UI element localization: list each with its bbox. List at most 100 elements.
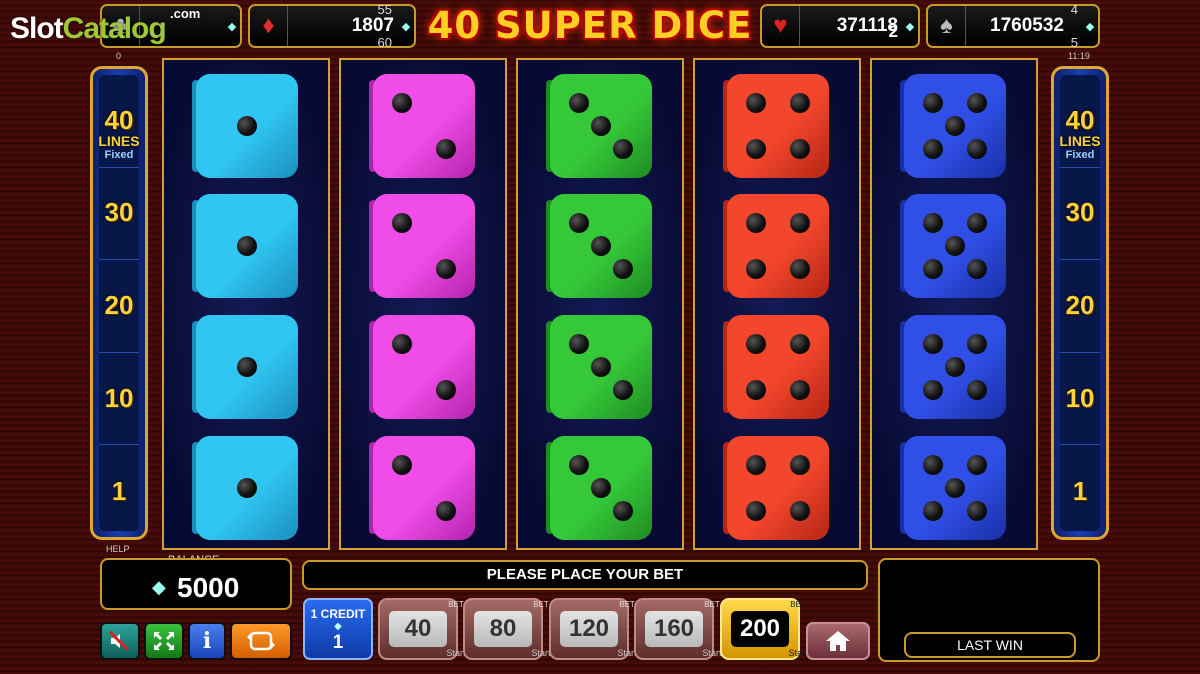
bet-200-button[interactable]: BET 200 Start	[720, 598, 808, 660]
die-face	[196, 74, 298, 178]
die-pip	[436, 500, 457, 521]
die-pip	[967, 213, 988, 234]
spades-icon: ♠	[928, 6, 966, 46]
bet-160-button[interactable]: BET 160 Start	[634, 598, 722, 660]
fullscreen-button[interactable]	[144, 622, 184, 660]
die-pip	[613, 379, 634, 400]
bet-value: 80	[474, 611, 532, 647]
die-pip	[391, 213, 412, 234]
diamond-gem-icon: ◆	[1085, 20, 1095, 33]
magenta-die-2	[369, 194, 475, 298]
diamond-gem-icon: ◆	[152, 577, 166, 597]
info-button[interactable]: i	[188, 622, 226, 660]
divider	[99, 444, 139, 445]
jackpot-spades-sub-bottom: 5	[1070, 35, 1078, 50]
die-pip	[945, 357, 965, 377]
blue-die-5	[900, 436, 1006, 540]
reel-3	[516, 58, 684, 550]
die-pip	[237, 116, 257, 136]
die-pip	[945, 236, 965, 256]
bet-40-button[interactable]: BET 40 Start	[378, 598, 466, 660]
divider	[99, 259, 139, 260]
right-line-panel: 40 LINES Fixed 30 20 10 1	[1051, 66, 1109, 540]
magenta-die-2	[369, 74, 475, 178]
die-pip	[790, 138, 811, 159]
die-pip	[945, 116, 965, 136]
help-label[interactable]: HELP	[106, 544, 130, 554]
slotcatalog-watermark: SlotCatalog .com	[10, 6, 200, 46]
die-face	[196, 315, 298, 419]
die-pip	[237, 478, 257, 498]
jackpot-hearts-value: 371118	[836, 15, 898, 36]
fixed-label-left: Fixed	[104, 149, 134, 161]
divider	[1060, 167, 1100, 168]
die-pip	[391, 93, 412, 114]
die-pip	[922, 379, 943, 400]
jackpot-diamonds-value: 1807	[351, 15, 394, 36]
bet-120-button[interactable]: BET 120 Start	[549, 598, 637, 660]
die-face	[196, 194, 298, 298]
die-pip	[967, 138, 988, 159]
line-indicator-30-right[interactable]: 30	[1054, 197, 1106, 228]
die-face	[727, 436, 829, 540]
balance-value: 5000	[177, 572, 240, 603]
divider	[1060, 352, 1100, 353]
jackpot-diamonds-sub-bottom: 60	[377, 35, 392, 50]
bet-80-button[interactable]: BET 80 Start	[463, 598, 551, 660]
last-win-label: LAST WIN	[904, 632, 1076, 658]
cyan-die-1	[192, 315, 298, 419]
diamonds-icon: ♦	[250, 6, 288, 46]
die-pip	[745, 334, 766, 355]
watermark-suffix: .com	[170, 6, 201, 21]
die-pip	[237, 357, 257, 377]
die-pip	[591, 357, 611, 377]
die-pip	[790, 334, 811, 355]
jackpot-spades: ♠ 1760532 4 5 ◆	[926, 2, 1100, 50]
left-line-panel: 40 LINES Fixed 30 20 10 1	[90, 66, 148, 540]
reel-5	[870, 58, 1038, 550]
die-pip	[967, 334, 988, 355]
die-pip	[745, 500, 766, 521]
message-bar: PLEASE PLACE YOUR BET	[302, 560, 868, 590]
line-indicator-20-right[interactable]: 20	[1054, 290, 1106, 321]
line-indicator-10-right[interactable]: 10	[1054, 383, 1106, 414]
die-pip	[922, 93, 943, 114]
die-pip	[922, 455, 943, 476]
line-indicator-20-left[interactable]: 20	[93, 290, 145, 321]
die-pip	[922, 334, 943, 355]
green-die-3	[546, 436, 652, 540]
credit-selector-button[interactable]: 1 CREDIT ◆ 1	[303, 598, 373, 660]
die-pip	[436, 258, 457, 279]
watermark-catalog: Catalog	[62, 12, 167, 45]
bet-value: 160	[645, 611, 703, 647]
magenta-die-2	[369, 315, 475, 419]
line-indicator-40-left[interactable]: 40	[93, 105, 145, 136]
die-pip	[790, 379, 811, 400]
home-button[interactable]	[806, 622, 870, 660]
die-pip	[790, 213, 811, 234]
green-die-3	[546, 315, 652, 419]
die-pip	[967, 455, 988, 476]
die-face	[550, 74, 652, 178]
line-indicator-1-right[interactable]: 1	[1054, 476, 1106, 507]
die-face	[196, 436, 298, 540]
autoplay-button[interactable]	[230, 622, 292, 660]
green-die-3	[546, 194, 652, 298]
divider	[1060, 444, 1100, 445]
bet-value: 200	[731, 611, 789, 647]
line-indicator-40-right[interactable]: 40	[1054, 105, 1106, 136]
die-pip	[922, 213, 943, 234]
sound-toggle-button[interactable]	[100, 622, 140, 660]
watermark-slot: Slot	[10, 12, 64, 45]
die-face	[904, 315, 1006, 419]
line-indicator-30-left[interactable]: 30	[93, 197, 145, 228]
die-pip	[613, 258, 634, 279]
red-die-4	[723, 436, 829, 540]
line-indicator-1-left[interactable]: 1	[93, 476, 145, 507]
die-pip	[922, 500, 943, 521]
line-indicator-10-left[interactable]: 10	[93, 383, 145, 414]
diamond-gem-icon: ◆	[905, 20, 915, 33]
diamond-gem-icon: ◆	[227, 20, 237, 33]
die-face	[727, 74, 829, 178]
die-pip	[967, 93, 988, 114]
